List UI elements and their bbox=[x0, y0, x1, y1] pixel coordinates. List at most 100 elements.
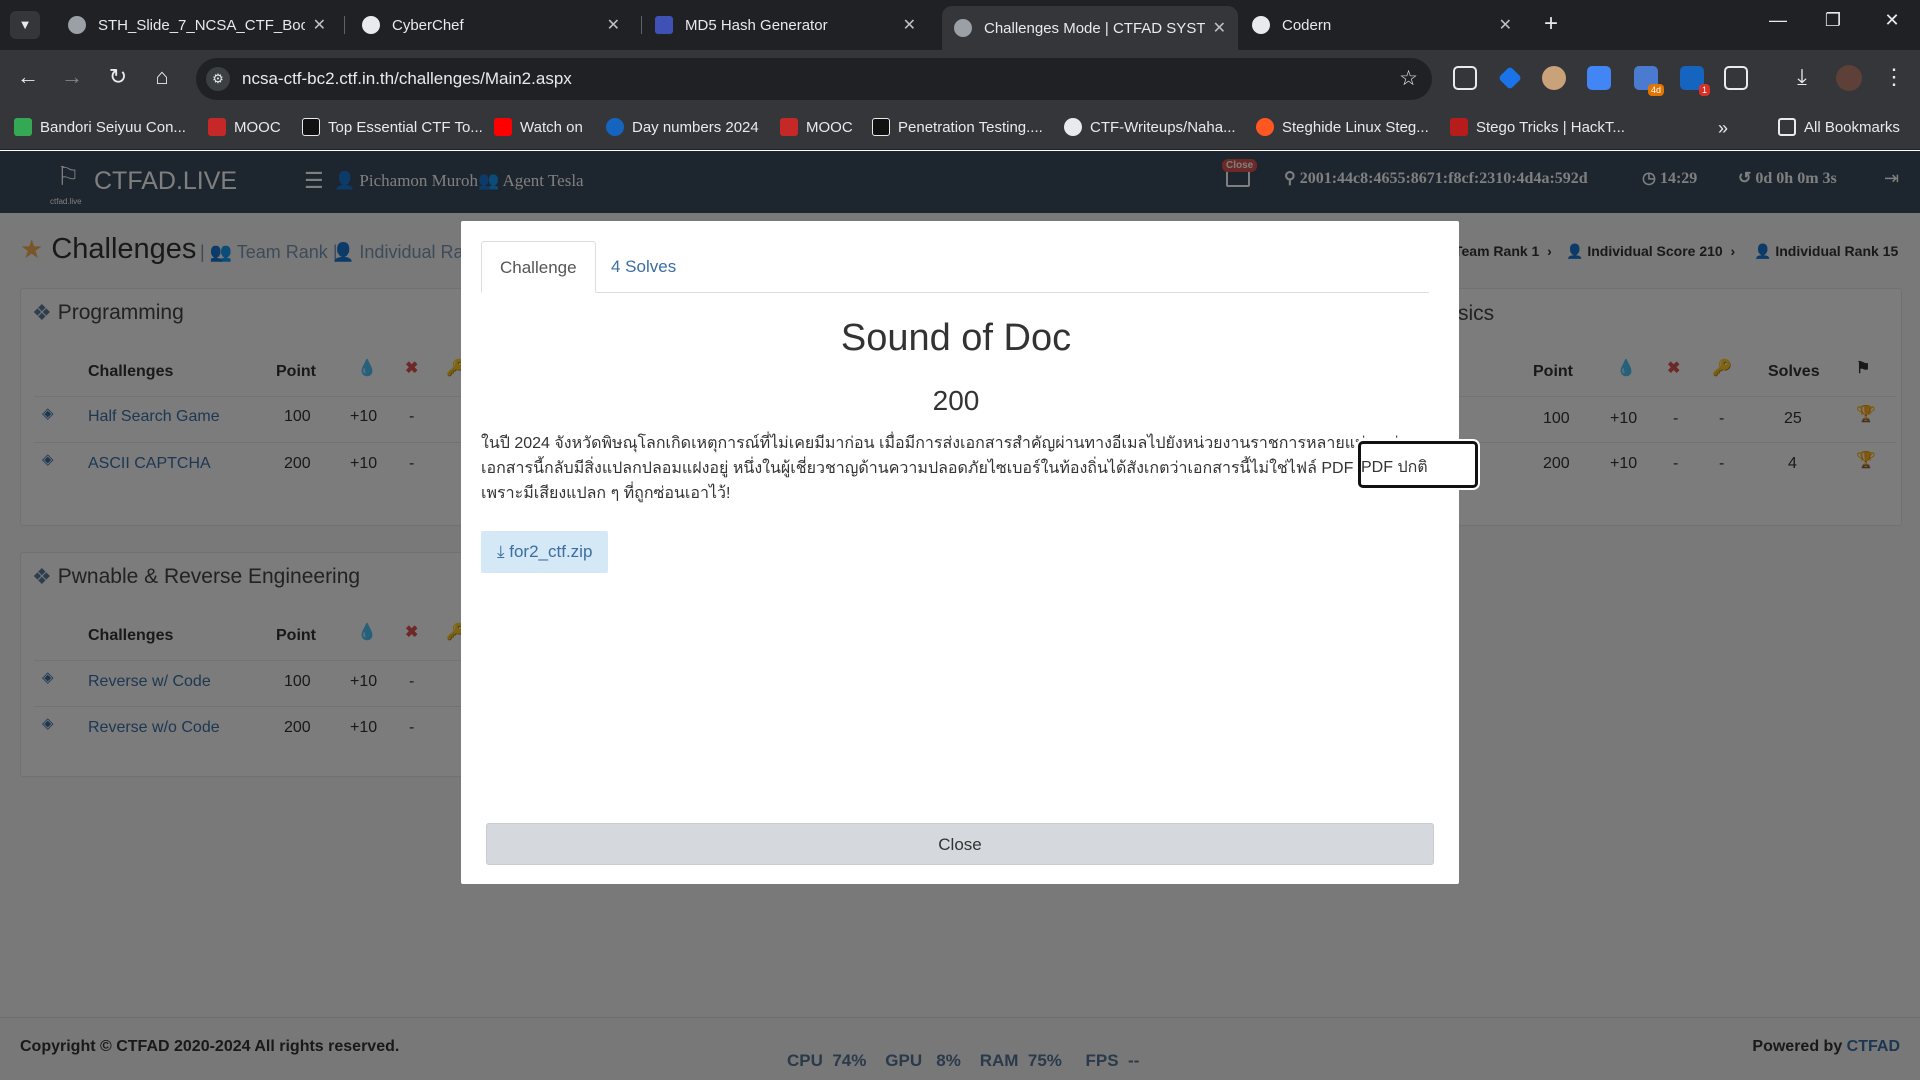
tab-title: Challenges Mode | CTFAD SYST bbox=[984, 19, 1205, 37]
bookmark-label: Top Essential CTF To... bbox=[328, 118, 483, 136]
challenge-modal: Challenge 4 Solves Sound of Doc 200 ในปี… bbox=[461, 221, 1459, 884]
avatar[interactable] bbox=[1836, 65, 1862, 91]
dans-tools-icon bbox=[655, 16, 673, 34]
bookmark-item[interactable]: Top Essential CTF To... bbox=[302, 118, 483, 136]
codern-icon bbox=[1252, 16, 1270, 34]
bookmark-item[interactable]: CTF-Writeups/Naha... bbox=[1064, 118, 1236, 136]
challenge-title: Sound of Doc bbox=[840, 317, 1072, 359]
bookmark-favicon-icon bbox=[208, 118, 226, 136]
bookmark-label: MOOC bbox=[234, 118, 281, 136]
github-icon bbox=[1064, 118, 1082, 136]
translate-extension-icon[interactable] bbox=[1587, 66, 1611, 90]
minimize-icon[interactable]: — bbox=[1758, 10, 1798, 31]
download-label: for2_ctf.zip bbox=[509, 542, 593, 561]
bookmark-item[interactable]: Day numbers 2024 bbox=[606, 118, 759, 136]
browser-tab-active[interactable]: Challenges Mode | CTFAD SYST ✕ bbox=[942, 6, 1238, 50]
bookmark-favicon-icon bbox=[1450, 118, 1468, 136]
browser-tab[interactable]: CyberChef ✕ bbox=[350, 7, 632, 43]
bookmark-label: CTF-Writeups/Naha... bbox=[1090, 118, 1236, 136]
teams-extension-icon[interactable]: 1 bbox=[1680, 66, 1710, 96]
description-line: ในปี 2024 จังหวัดพิษณุโลกเกิดเหตุการณ์ที… bbox=[481, 435, 1399, 452]
all-bookmarks-button[interactable]: All Bookmarks bbox=[1778, 118, 1900, 136]
close-icon[interactable]: ✕ bbox=[313, 15, 326, 35]
download-button[interactable]: ⤓ for2_ctf.zip bbox=[481, 531, 609, 573]
tab-title: STH_Slide_7_NCSA_CTF_Bootca bbox=[98, 16, 305, 34]
bookmark-label: MOOC bbox=[806, 118, 853, 136]
selection-highlight-box: PDF ปกติ bbox=[1358, 441, 1478, 488]
bookmark-item[interactable]: Stego Tricks | HackT... bbox=[1450, 118, 1625, 136]
close-icon[interactable]: ✕ bbox=[1213, 18, 1226, 38]
new-tab-button[interactable]: + bbox=[1544, 10, 1558, 38]
restore-icon[interactable]: ❐ bbox=[1813, 10, 1853, 31]
tab-separator bbox=[641, 16, 642, 34]
bookmark-label: Day numbers 2024 bbox=[632, 118, 759, 136]
bookmark-favicon-icon bbox=[780, 118, 798, 136]
bookmark-label: Bandori Seiyuu Con... bbox=[40, 118, 186, 136]
bookmark-label: Stego Tricks | HackT... bbox=[1476, 118, 1625, 136]
bookmark-item[interactable]: MOOC bbox=[780, 118, 853, 136]
bookmark-favicon-icon bbox=[302, 118, 320, 136]
tab-solves[interactable]: 4 Solves bbox=[593, 241, 694, 293]
youtube-icon bbox=[494, 118, 512, 136]
close-icon[interactable]: ✕ bbox=[903, 15, 916, 35]
bookmark-star-icon[interactable]: ☆ bbox=[1399, 66, 1418, 91]
reddit-icon bbox=[1256, 118, 1274, 136]
home-icon[interactable]: ⌂ bbox=[146, 64, 178, 90]
bookmark-item[interactable]: Penetration Testing.... bbox=[872, 118, 1043, 136]
layers-extension-icon[interactable] bbox=[1498, 66, 1522, 90]
close-icon[interactable]: ✕ bbox=[1499, 15, 1512, 35]
tab-title: CyberChef bbox=[392, 16, 464, 34]
site-info-icon[interactable]: ⚙ bbox=[206, 67, 230, 91]
tab-title: Codern bbox=[1282, 16, 1332, 34]
bookmark-item[interactable]: Bandori Seiyuu Con... bbox=[14, 118, 186, 136]
bookmarks-overflow-icon[interactable]: » bbox=[1718, 118, 1728, 139]
tab-search-button[interactable]: ▼ bbox=[10, 11, 40, 39]
description-line: เอกสารนี้กลับมีสิ่งแปลกปลอมแฝงอยู่ หนึ่ง… bbox=[481, 460, 1389, 477]
reading-mode-icon[interactable] bbox=[1453, 66, 1477, 90]
cyberchef-icon bbox=[362, 16, 380, 34]
challenge-description: ในปี 2024 จังหวัดพิษณุโลกเกิดเหตุการณ์ที… bbox=[481, 431, 1431, 506]
tab-separator bbox=[344, 16, 345, 34]
download-icon[interactable]: ⤓ bbox=[1786, 64, 1818, 90]
bookmark-label: Steghide Linux Steg... bbox=[1282, 118, 1429, 136]
window-close-icon[interactable]: ✕ bbox=[1872, 10, 1912, 31]
browser-toolbar: ← → ↻ ⌂ ⚙ ncsa-ctf-bc2.ctf.in.th/challen… bbox=[0, 50, 1920, 108]
download-icon: ⤓ bbox=[497, 542, 505, 561]
menu-dots-icon[interactable]: ⋮ bbox=[1878, 64, 1910, 90]
bookmark-item[interactable]: MOOC bbox=[208, 118, 281, 136]
close-button[interactable]: Close bbox=[486, 823, 1434, 865]
browser-tab[interactable]: MD5 Hash Generator ✕ bbox=[643, 7, 928, 43]
browser-tab-strip: ▼ STH_Slide_7_NCSA_CTF_Bootca ✕ CyberChe… bbox=[0, 0, 1920, 50]
address-bar[interactable]: ⚙ ncsa-ctf-bc2.ctf.in.th/challenges/Main… bbox=[196, 58, 1432, 100]
browser-tab[interactable]: STH_Slide_7_NCSA_CTF_Bootca ✕ bbox=[56, 7, 338, 43]
bookmark-item[interactable]: Watch on bbox=[494, 118, 583, 136]
forward-icon[interactable]: → bbox=[56, 64, 88, 90]
url-text: ncsa-ctf-bc2.ctf.in.th/challenges/Main2.… bbox=[242, 69, 572, 88]
all-bookmarks-label: All Bookmarks bbox=[1804, 118, 1900, 136]
bookmark-favicon-icon bbox=[606, 118, 624, 136]
bookmark-label: Watch on bbox=[520, 118, 583, 136]
calendar-extension-icon[interactable]: 4d bbox=[1634, 66, 1664, 96]
bookmarks-bar: Bandori Seiyuu Con... MOOC Top Essential… bbox=[0, 108, 1920, 150]
bookmark-label: Penetration Testing.... bbox=[898, 118, 1043, 136]
challenge-points: 200 bbox=[932, 385, 980, 416]
globe-icon bbox=[68, 16, 86, 34]
close-icon[interactable]: ✕ bbox=[607, 15, 620, 35]
folder-icon bbox=[1778, 118, 1796, 136]
bookmark-item[interactable]: Steghide Linux Steg... bbox=[1256, 118, 1429, 136]
selection-text: PDF ปกติ bbox=[1361, 459, 1428, 476]
extension-badge: 1 bbox=[1698, 84, 1710, 96]
bookmark-favicon-icon bbox=[14, 118, 32, 136]
modal-tabs: Challenge 4 Solves bbox=[481, 241, 1429, 293]
tab-challenge[interactable]: Challenge bbox=[481, 241, 596, 293]
bookmark-favicon-icon bbox=[872, 118, 890, 136]
globe-icon bbox=[954, 19, 972, 37]
puzzle-extensions-icon[interactable] bbox=[1724, 66, 1748, 90]
reload-icon[interactable]: ↻ bbox=[102, 64, 134, 90]
back-icon[interactable]: ← bbox=[12, 64, 44, 90]
performance-overlay: CPU 74% GPU 8% RAM 75% FPS -- bbox=[787, 1051, 1140, 1070]
description-line: เพราะมีเสียงแปลก ๆ ที่ถูกซ่อนเอาไว้! bbox=[481, 485, 731, 502]
mascot-extension-icon[interactable] bbox=[1542, 66, 1566, 90]
browser-tab[interactable]: Codern ✕ bbox=[1240, 7, 1524, 43]
extension-badge: 4d bbox=[1647, 84, 1664, 96]
